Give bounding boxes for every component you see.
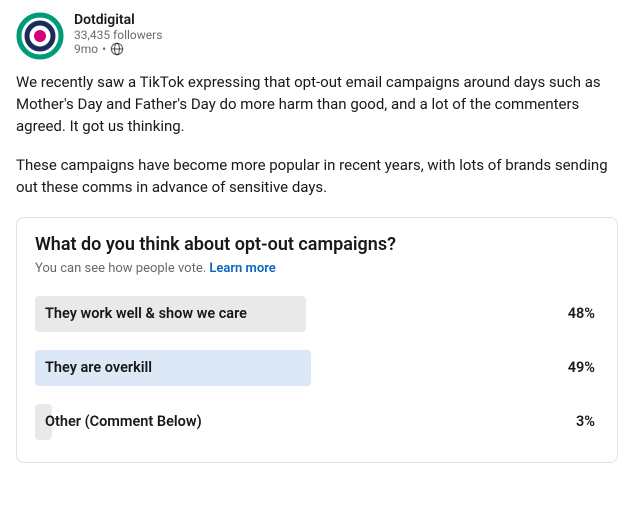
- poll-option[interactable]: Other (Comment Below)3%: [35, 404, 599, 440]
- poll-option-percent: 3%: [576, 413, 599, 430]
- poll-question: What do you think about opt-out campaign…: [35, 234, 599, 255]
- follower-count: 33,435 followers: [74, 28, 162, 42]
- globe-icon: [110, 42, 124, 56]
- post-body: We recently saw a TikTok expressing that…: [16, 72, 618, 199]
- logo-icon: [16, 12, 64, 60]
- poll-card: What do you think about opt-out campaign…: [16, 217, 618, 463]
- poll-option[interactable]: They are overkill49%: [35, 350, 599, 386]
- post-paragraph: These campaigns have become more popular…: [16, 155, 618, 199]
- poll-vote-visibility: You can see how people vote.: [35, 261, 209, 276]
- poll-options: They work well & show we care48% They are…: [35, 296, 599, 440]
- learn-more-link[interactable]: Learn more: [209, 261, 275, 276]
- poll-option-label: They work well & show we care: [35, 305, 568, 322]
- post-header: Dotdigital 33,435 followers 9mo •: [16, 12, 618, 60]
- poll-option-percent: 48%: [568, 305, 599, 322]
- poll-option-percent: 49%: [568, 359, 599, 376]
- poll-option[interactable]: They work well & show we care48%: [35, 296, 599, 332]
- post-paragraph: We recently saw a TikTok expressing that…: [16, 72, 618, 137]
- post-age-row: 9mo •: [74, 42, 162, 56]
- post-age: 9mo: [74, 42, 98, 56]
- org-name[interactable]: Dotdigital: [74, 12, 162, 28]
- poll-subtext: You can see how people vote. Learn more: [35, 261, 599, 276]
- org-avatar[interactable]: [16, 12, 64, 60]
- org-meta: Dotdigital 33,435 followers 9mo •: [74, 12, 162, 56]
- social-post: Dotdigital 33,435 followers 9mo • We rec…: [0, 0, 634, 479]
- poll-option-label: Other (Comment Below): [35, 413, 576, 430]
- separator-dot: •: [102, 42, 106, 56]
- poll-option-label: They are overkill: [35, 359, 568, 376]
